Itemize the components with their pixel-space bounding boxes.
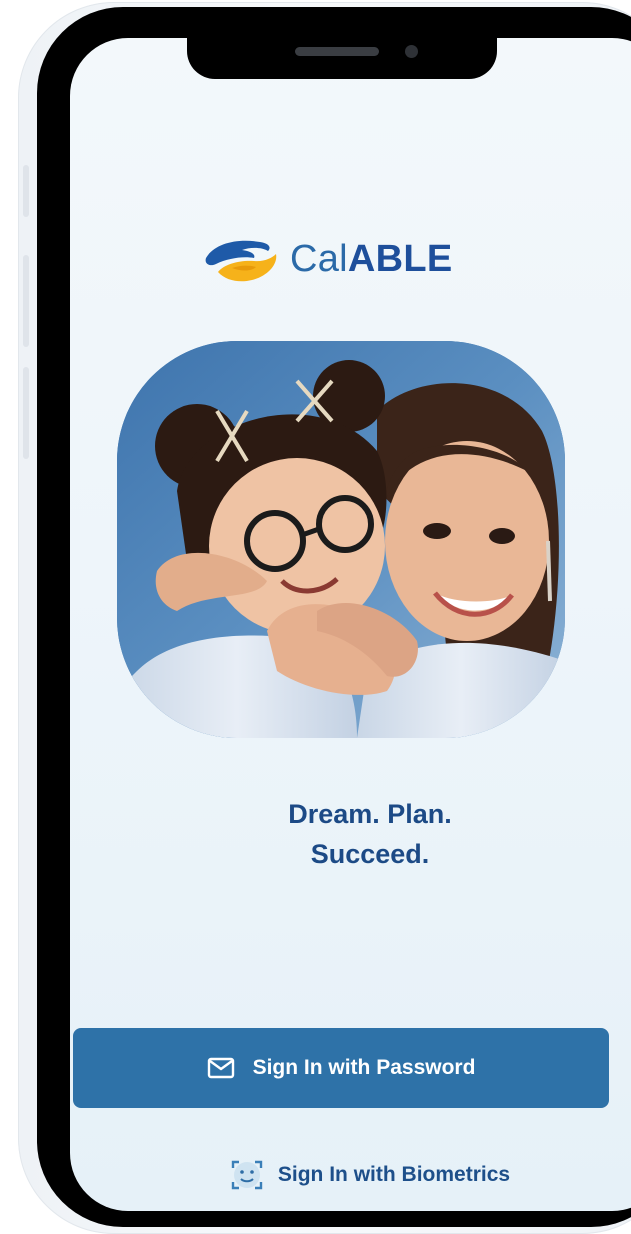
brand-logo: CalABLE xyxy=(202,234,453,284)
brand-name: CalABLE xyxy=(290,238,453,281)
app-screen: CalABLE Dream. Plan. Succeed. Sign In wi… xyxy=(70,38,631,1211)
phone-notch xyxy=(187,37,497,79)
sign-in-password-button[interactable]: Sign In with Password xyxy=(73,1028,609,1108)
side-button-volume-up xyxy=(23,255,29,347)
sign-in-password-label: Sign In with Password xyxy=(252,1056,476,1079)
tagline-line-1: Dream. Plan. xyxy=(288,799,452,829)
side-button-mute xyxy=(23,165,29,217)
front-camera xyxy=(405,45,418,58)
sign-in-biometrics-label: Sign In with Biometrics xyxy=(277,1163,511,1186)
side-button-volume-down xyxy=(23,367,29,459)
brand-name-light: Cal xyxy=(290,237,348,280)
speaker-grille xyxy=(295,47,379,56)
mail-icon xyxy=(207,1057,235,1079)
brand-name-bold: ABLE xyxy=(347,237,453,280)
tagline-line-2: Succeed. xyxy=(310,839,430,869)
hands-logo-icon xyxy=(202,234,278,284)
face-id-icon xyxy=(230,1158,264,1192)
photo-two-women-hugging xyxy=(117,341,565,738)
page: CalABLE Dream. Plan. Succeed. Sign In wi… xyxy=(0,0,631,1234)
sign-in-biometrics-button[interactable]: Sign In with Biometrics xyxy=(70,1152,631,1198)
